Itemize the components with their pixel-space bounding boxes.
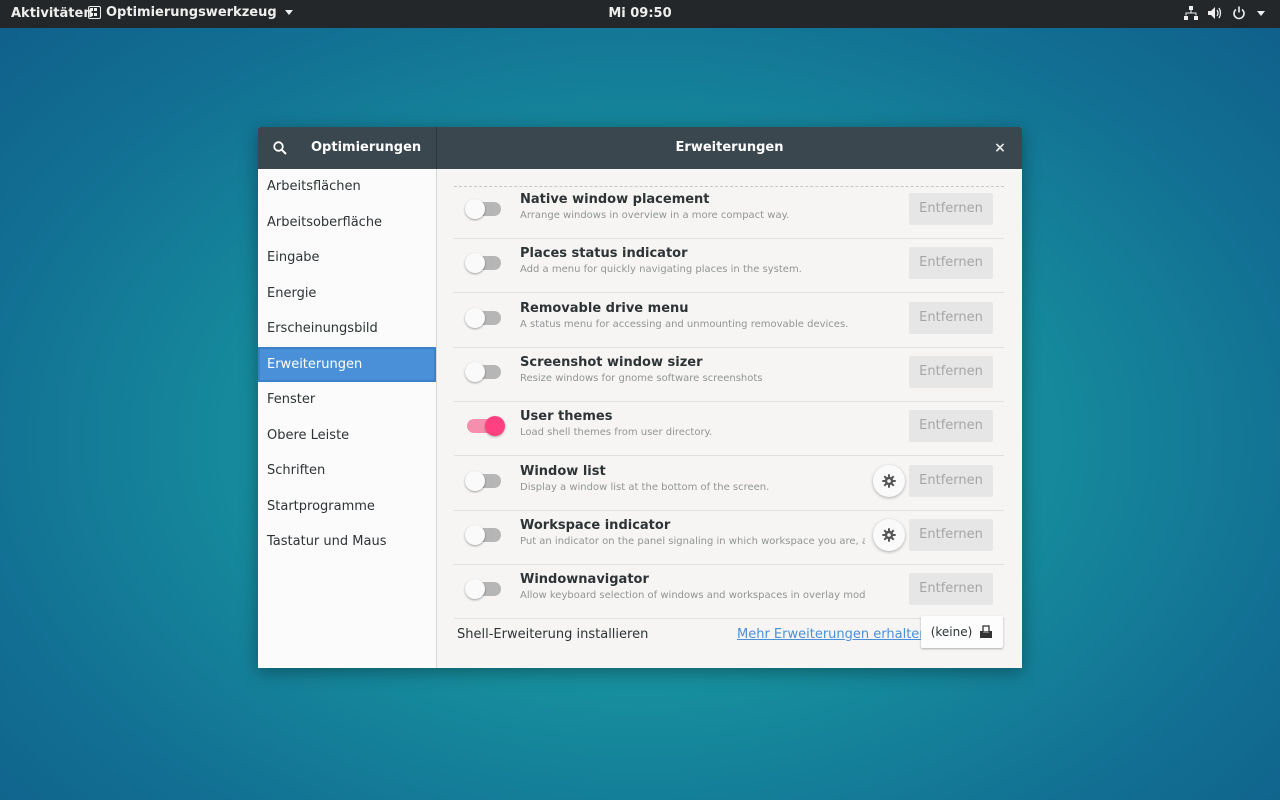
- remove-button[interactable]: Entfernen: [909, 464, 993, 497]
- extension-toggle[interactable]: [465, 199, 503, 219]
- extension-name: Window list: [520, 463, 606, 479]
- extension-row: Window list Display a window list at the…: [454, 457, 1004, 511]
- extension-row: User themes Load shell themes from user …: [454, 402, 1004, 457]
- remove-button[interactable]: Entfernen: [909, 573, 993, 606]
- extension-description: A status menu for accessing and unmounti…: [520, 318, 849, 330]
- extension-settings-button[interactable]: [873, 518, 905, 551]
- sidebar-item-energie[interactable]: Energie: [258, 276, 436, 311]
- remove-button[interactable]: Entfernen: [909, 301, 993, 334]
- sidebar-item-startprogramme[interactable]: Startprogramme: [258, 489, 436, 524]
- extension-name: Screenshot window sizer: [520, 354, 703, 370]
- extension-description: Arrange windows in overview in a more co…: [520, 210, 790, 221]
- sidebar-item-eingabe[interactable]: Eingabe: [258, 240, 436, 275]
- extension-name: Native window placement: [520, 192, 710, 207]
- remove-button[interactable]: Entfernen: [909, 410, 993, 443]
- system-tray[interactable]: [1184, 6, 1266, 20]
- sidebar-item-schriften[interactable]: Schriften: [258, 453, 436, 488]
- power-icon: [1233, 6, 1245, 20]
- extension-name: Windownavigator: [520, 572, 649, 588]
- extension-toggle[interactable]: [465, 253, 503, 274]
- extension-name: Places status indicator: [520, 246, 688, 262]
- extension-row: Removable drive menu A status menu for a…: [454, 294, 1004, 348]
- extension-row: Screenshot window sizer Resize windows f…: [454, 348, 1004, 402]
- sidebar-header: Optimierungen: [258, 127, 437, 169]
- sidebar-item-obere-leiste[interactable]: Obere Leiste: [258, 418, 436, 453]
- extension-description: Add a menu for quickly navigating places…: [520, 264, 802, 276]
- page-title: Erweiterungen: [675, 140, 784, 155]
- sidebar-item-erscheinungsbild[interactable]: Erscheinungsbild: [258, 311, 436, 346]
- remove-button[interactable]: Entfernen: [909, 518, 993, 551]
- extension-toggle[interactable]: [465, 579, 503, 600]
- remove-button[interactable]: Entfernen: [909, 355, 993, 388]
- sidebar: Arbeitsflächen Arbeitsoberfläche Eingabe…: [258, 169, 437, 668]
- install-extension-row: Shell-Erweiterung installieren Mehr Erwe…: [454, 615, 1004, 655]
- file-chooser-value: (keine): [930, 625, 973, 639]
- extension-description: Allow keyboard selection of windows and …: [520, 590, 865, 602]
- extension-description: Resize windows for gnome software screen…: [520, 372, 763, 384]
- chevron-down-icon: [1257, 11, 1265, 16]
- sidebar-item-arbeitsoberflaeche[interactable]: Arbeitsoberfläche: [258, 205, 436, 240]
- gear-icon: [882, 473, 896, 488]
- extension-description: Put an indicator on the panel signaling …: [520, 535, 865, 547]
- sidebar-item-arbeitsflaechen[interactable]: Arbeitsflächen: [258, 169, 436, 204]
- extension-row: Windownavigator Allow keyboard selection…: [454, 565, 1004, 620]
- extension-toggle[interactable]: [465, 307, 503, 328]
- clock[interactable]: Mi 09:50: [0, 6, 1280, 21]
- sidebar-item-fenster[interactable]: Fenster: [258, 382, 436, 417]
- extension-toggle[interactable]: [465, 361, 503, 382]
- header-bar: Optimierungen Erweiterungen ×: [258, 127, 1022, 169]
- remove-button[interactable]: Entfernen: [909, 193, 993, 225]
- extension-toggle[interactable]: [465, 524, 503, 545]
- remove-button[interactable]: Entfernen: [909, 247, 993, 280]
- gear-icon: [882, 528, 896, 542]
- extension-name: Workspace indicator: [520, 517, 671, 533]
- extension-row: Workspace indicator Put an indicator on …: [454, 511, 1004, 565]
- document-open-icon: [980, 625, 993, 638]
- extension-toggle[interactable]: [467, 416, 505, 437]
- extension-description: Display a window list at the bottom of t…: [520, 481, 770, 493]
- sidebar-item-erweiterungen[interactable]: Erweiterungen: [258, 347, 436, 382]
- install-extension-label: Shell-Erweiterung installieren: [457, 627, 649, 642]
- extension-toggle[interactable]: [465, 470, 503, 491]
- sidebar-item-tastatur-und-maus[interactable]: Tastatur und Maus: [258, 524, 436, 559]
- sidebar-title: Optimierungen: [311, 140, 422, 155]
- extension-description: Load shell themes from user directory.: [520, 427, 713, 439]
- search-icon[interactable]: [272, 140, 288, 156]
- extension-row: Native window placement Arrange windows …: [454, 185, 1004, 239]
- extension-file-chooser[interactable]: (keine): [921, 616, 1003, 648]
- top-bar: Aktivitäten Optimierungswerkzeug Mi 09:5…: [0, 0, 1280, 28]
- network-icon: [1184, 6, 1198, 20]
- extension-name: User themes: [520, 409, 613, 425]
- tweaks-window: Optimierungen Erweiterungen × Arbeitsflä…: [258, 127, 1022, 668]
- extensions-page: Native window placement Arrange windows …: [437, 169, 1022, 668]
- close-button[interactable]: ×: [990, 138, 1010, 158]
- volume-icon: [1208, 7, 1222, 19]
- extension-name: Removable drive menu: [520, 300, 689, 316]
- extension-row: Places status indicator Add a menu for q…: [454, 239, 1004, 294]
- extension-settings-button[interactable]: [873, 464, 905, 497]
- more-extensions-link[interactable]: Mehr Erweiterungen erhalten: [737, 627, 928, 642]
